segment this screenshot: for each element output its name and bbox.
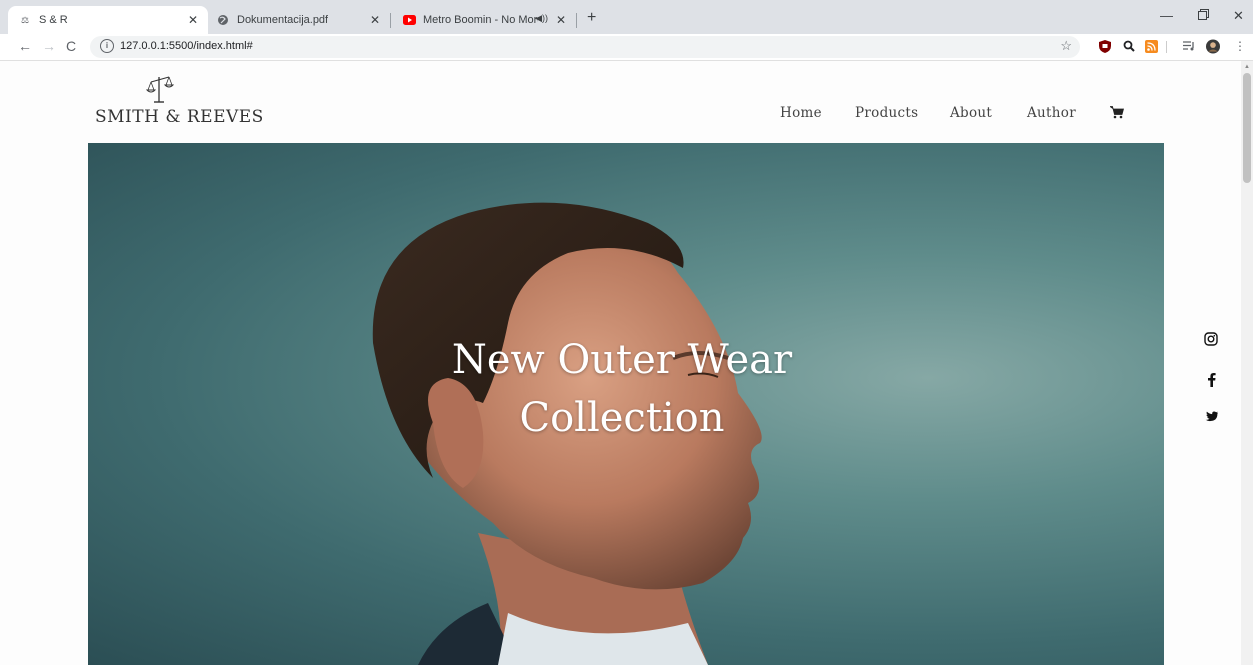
close-window-icon[interactable]: ✕ [1233, 8, 1244, 24]
close-icon[interactable]: ✕ [370, 13, 380, 27]
minimize-icon[interactable]: — [1160, 8, 1173, 23]
scroll-thumb[interactable] [1243, 73, 1251, 183]
nav-author[interactable]: Author [1027, 105, 1076, 121]
tab-title: Metro Boomin - No More [M [423, 14, 538, 26]
back-icon[interactable]: ← [18, 38, 32, 54]
ublock-icon[interactable] [1098, 39, 1112, 53]
reload-icon[interactable]: C [66, 38, 76, 54]
twitter-icon[interactable] [1203, 409, 1219, 425]
tab-metro-boomin[interactable]: Metro Boomin - No More [M ◀)) ✕ [392, 6, 576, 34]
logo-text: SMITH & REEVES [95, 107, 264, 127]
hero-title: New Outer Wear Collection [422, 331, 822, 447]
page-scrollbar[interactable]: ▲ [1241, 61, 1253, 665]
instagram-icon[interactable] [1203, 331, 1219, 347]
speaker-icon[interactable]: ◀)) [535, 13, 548, 24]
new-tab-icon[interactable]: + [587, 9, 596, 27]
close-icon[interactable]: ✕ [556, 13, 566, 27]
tab-separator [576, 13, 577, 28]
url-text: 127.0.0.1:5500/index.html# [120, 40, 253, 52]
shopping-cart-icon[interactable] [1108, 105, 1125, 124]
facebook-icon[interactable] [1203, 371, 1219, 387]
nav-products[interactable]: Products [855, 105, 918, 121]
address-bar[interactable]: i 127.0.0.1:5500/index.html# ☆ [90, 36, 1080, 58]
rss-icon[interactable] [1144, 39, 1158, 53]
tab-title: Dokumentacija.pdf [237, 14, 329, 26]
tab-separator [390, 13, 391, 28]
nav-home[interactable]: Home [780, 105, 822, 121]
tab-dokumentacija[interactable]: Dokumentacija.pdf ✕ [206, 6, 390, 34]
scales-of-justice-icon [145, 76, 175, 103]
close-icon[interactable]: ✕ [188, 13, 198, 27]
web-page: SMITH & REEVES Home Products About Autho… [0, 61, 1253, 665]
menu-kebab-icon[interactable]: ⋮ [1233, 39, 1247, 53]
media-controls-icon[interactable] [1182, 39, 1196, 53]
youtube-icon [402, 13, 416, 27]
hero-title-line1: New Outer Wear [451, 337, 793, 383]
info-icon[interactable]: i [100, 39, 114, 53]
tab-s-and-r[interactable]: ⚖ S & R ✕ [8, 6, 208, 34]
bookmark-star-icon[interactable]: ☆ [1060, 38, 1072, 54]
search-extension-icon[interactable] [1122, 39, 1136, 53]
browser-tab-bar: ⚖ S & R ✕ Dokumentacija.pdf ✕ Metro Boom… [0, 0, 1253, 34]
globe-icon [216, 13, 230, 27]
scales-icon: ⚖ [20, 14, 30, 25]
browser-toolbar: ← → C i 127.0.0.1:5500/index.html# ☆ ⋮ [0, 34, 1253, 61]
nav-about[interactable]: About [950, 105, 992, 121]
hero-title-line2: Collection [519, 395, 725, 441]
tab-title: S & R [39, 14, 68, 26]
profile-avatar[interactable] [1206, 39, 1220, 53]
forward-icon[interactable]: → [42, 38, 56, 54]
hero-banner: New Outer Wear Collection [88, 143, 1164, 665]
toolbar-divider [1166, 41, 1167, 53]
restore-icon[interactable] [1198, 8, 1209, 23]
site-logo[interactable]: SMITH & REEVES [95, 73, 263, 131]
scroll-up-icon[interactable]: ▲ [1244, 64, 1250, 70]
